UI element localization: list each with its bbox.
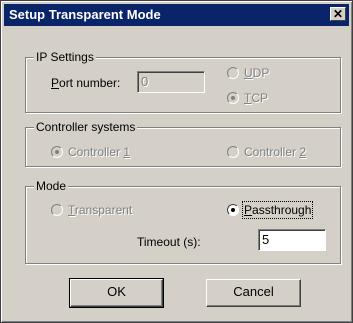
radio-selected-icon: [227, 92, 239, 104]
radio-circle-icon: [227, 67, 239, 79]
passthrough-radio[interactable]: Passthrough: [227, 201, 314, 219]
close-icon: ✕: [332, 7, 344, 21]
ok-button[interactable]: OK: [69, 278, 164, 308]
radio-selected-icon: [51, 146, 63, 158]
controller-systems-legend: Controller systems: [34, 120, 138, 134]
radio-circle-icon: [51, 204, 63, 216]
timeout-input[interactable]: 5: [258, 229, 326, 251]
udp-radio[interactable]: UDP: [227, 66, 269, 80]
port-number-input[interactable]: 0: [137, 71, 205, 93]
mode-group: Mode: [25, 179, 341, 264]
transparent-radio[interactable]: Transparent: [51, 203, 132, 217]
close-button[interactable]: ✕: [330, 7, 346, 21]
ip-settings-legend: IP Settings: [34, 50, 96, 64]
radio-circle-icon: [227, 146, 239, 158]
setup-transparent-mode-dialog: Setup Transparent Mode ✕ IP Settings Por…: [0, 0, 353, 323]
mode-legend: Mode: [34, 179, 69, 193]
cancel-button[interactable]: Cancel: [206, 279, 301, 307]
tcp-radio[interactable]: TCP: [227, 91, 268, 105]
controller-2-radio[interactable]: Controller 2: [227, 145, 306, 159]
dialog-title: Setup Transparent Mode: [9, 7, 161, 22]
title-bar[interactable]: Setup Transparent Mode ✕: [4, 4, 349, 26]
controller-1-radio[interactable]: Controller 1: [51, 145, 130, 159]
timeout-label: Timeout (s):: [137, 235, 201, 249]
passthrough-label: Passthrough: [241, 201, 314, 219]
radio-selected-icon: [227, 204, 239, 216]
port-number-label: Port number:: [51, 76, 121, 90]
